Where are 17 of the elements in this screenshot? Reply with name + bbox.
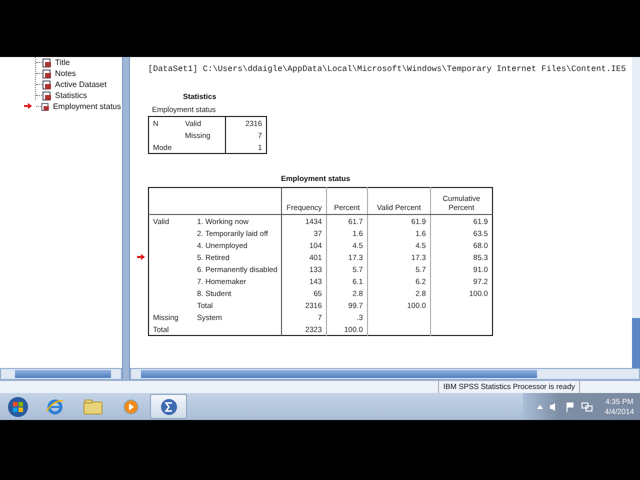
horizontal-scrollbar[interactable] — [0, 368, 122, 380]
sigma-icon — [160, 398, 178, 416]
tree-item[interactable]: Statistics — [0, 90, 122, 101]
vertical-scrollbar[interactable] — [632, 57, 640, 368]
horizontal-scrollbar[interactable] — [130, 368, 640, 380]
network-icon[interactable] — [580, 402, 593, 412]
tree-item[interactable]: Title — [0, 57, 122, 68]
tree-item[interactable]: Active Dataset — [0, 79, 122, 90]
caret-icon[interactable] — [536, 404, 543, 408]
play-icon — [122, 398, 138, 414]
output-log-text: [DataSet1] C:\Users\ddaigle\AppData\Local\Microsoft\Windows\Temporary Internet Files\Content.IE5 — [148, 65, 626, 74]
tree-item[interactable]: Notes — [0, 68, 122, 79]
folder-icon — [82, 398, 102, 414]
flag-icon[interactable] — [564, 402, 575, 412]
arrow-icon — [24, 103, 32, 109]
browser-icon — [46, 398, 64, 416]
taskbar-app-button[interactable] — [150, 394, 187, 419]
